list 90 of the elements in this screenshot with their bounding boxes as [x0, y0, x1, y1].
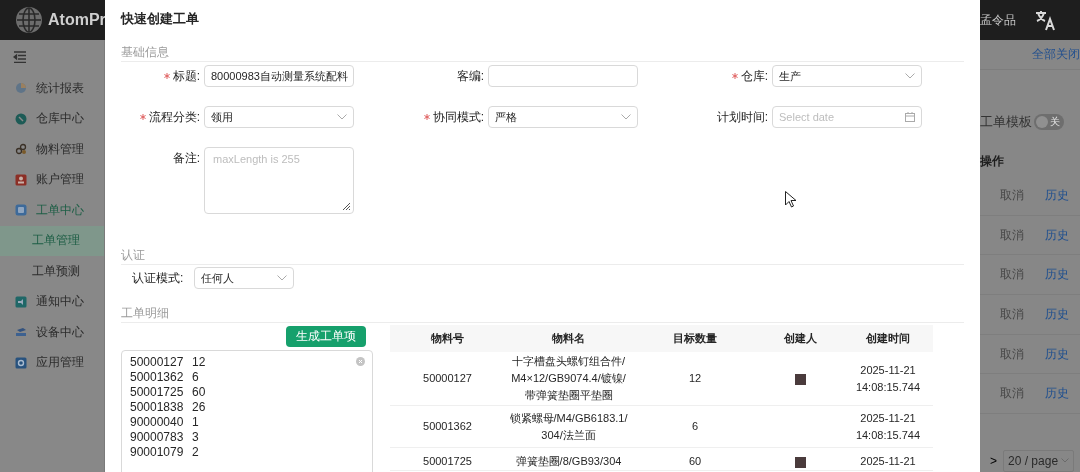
- table-cell: 50001725: [390, 447, 505, 471]
- table-cell: 50000127: [390, 352, 505, 406]
- table-cell: 十字槽盘头螺钉组合件/M4×12/GB9074.4/镀镍/带弹簧垫圈平垫圈: [505, 352, 632, 406]
- cursor-icon: [785, 191, 797, 208]
- item-code: 90000040: [130, 415, 185, 430]
- table-cell: 2025-11-21 14:08:15.744: [843, 405, 933, 448]
- textarea-field[interactable]: 50000127 12 50001362 6 50001725 60 50001838 26 90000040 1 90000783 3 90001079 2: [121, 350, 373, 472]
- page-size-select[interactable]: 20 / page: [1003, 449, 1075, 472]
- table-cell: 12: [632, 352, 758, 406]
- chevron-down-icon: [905, 73, 915, 79]
- sidebar-item[interactable]: 应用管理: [0, 347, 104, 378]
- item-code: 90001079: [130, 445, 185, 460]
- sidebar-subitem[interactable]: 工单预测: [0, 256, 104, 287]
- speaker-icon: [15, 295, 27, 308]
- field-label: 计划时间:: [716, 108, 768, 126]
- calendar-icon: [905, 112, 915, 122]
- item-quantity: 12: [192, 355, 206, 370]
- chevron-down-icon: [277, 275, 288, 281]
- sidebar-item[interactable]: 账户管理: [0, 164, 104, 195]
- item-code: 50000127: [130, 355, 185, 370]
- chevron-down-icon: [1061, 458, 1070, 464]
- item-code: 50001838: [130, 400, 185, 415]
- item-code: 90000783: [130, 430, 185, 445]
- field-label: 协同模式:: [432, 108, 484, 126]
- user-name: 孟令品: [980, 11, 1016, 29]
- section-title: 认证: [121, 248, 145, 262]
- table-cell: 60: [632, 447, 758, 471]
- field-label: 客编:: [456, 67, 484, 85]
- column-header: 目标数量: [632, 325, 758, 352]
- toggle-switch[interactable]: 关: [1034, 113, 1064, 130]
- resize-handle-icon: [341, 201, 351, 211]
- field-label: 备注:: [172, 149, 200, 167]
- table-cell: 弹簧垫圈/8/GB93/304: [505, 447, 632, 471]
- generate-button[interactable]: 生成工单项: [286, 326, 366, 347]
- person-card-icon: [15, 173, 27, 186]
- date-field[interactable]: Select date: [772, 106, 922, 128]
- close-all-link[interactable]: 全部关闭: [1032, 45, 1080, 63]
- sidebar-item[interactable]: 统计报表: [0, 73, 104, 104]
- table-cell: 50001362: [390, 405, 505, 448]
- column-header: 物料号: [390, 325, 505, 352]
- chevron-down-icon: [621, 114, 631, 120]
- section-title: 基础信息: [121, 45, 169, 59]
- circle-icon: [15, 112, 27, 125]
- sidebar-item[interactable]: 通知中心: [0, 286, 104, 317]
- table-cell: 2025-11-21: [843, 447, 933, 471]
- logo-text: AtomPr: [48, 11, 106, 29]
- item-quantity: 60: [192, 385, 206, 400]
- table-cell: 6: [632, 405, 758, 448]
- sidebar-item[interactable]: 物料管理: [0, 134, 104, 165]
- column-header: 操作: [980, 153, 1004, 171]
- gear-icon: [15, 356, 27, 369]
- table-cell: 2025-11-21 14:08:15.744: [843, 352, 933, 406]
- sidebar-item[interactable]: 工单中心: [0, 195, 104, 226]
- field-label: 标题:: [172, 67, 200, 85]
- column-header: 创建时间: [843, 325, 933, 352]
- layers-icon: [15, 326, 27, 339]
- pie-chart-icon: [15, 82, 27, 95]
- select-field[interactable]: 生产: [772, 65, 922, 87]
- sidebar-item[interactable]: 仓库中心: [0, 103, 104, 134]
- table-cell: 锁紧螺母/M4/GB6183.1/304/法兰面: [505, 405, 632, 448]
- input-field[interactable]: [488, 65, 638, 87]
- molecule-icon: [15, 143, 27, 156]
- field-label: 认证模式:: [132, 269, 184, 287]
- input-field[interactable]: 80000983自动测量系统配料: [204, 65, 354, 87]
- menu-icon[interactable]: [13, 50, 27, 63]
- globe-icon: [15, 6, 43, 34]
- sidebar-item[interactable]: 设备中心: [0, 317, 104, 348]
- column-header: 物料名: [505, 325, 632, 352]
- item-quantity: 2: [192, 445, 199, 460]
- item-quantity: 6: [192, 370, 199, 385]
- item-quantity: 1: [192, 415, 199, 430]
- next-page-button[interactable]: >: [990, 453, 997, 468]
- item-code: 50001362: [130, 370, 185, 385]
- item-quantity: 26: [192, 400, 206, 415]
- field-label: 流程分类:: [148, 108, 200, 126]
- select-field[interactable]: 任何人: [194, 267, 295, 289]
- select-field[interactable]: 严格: [488, 106, 638, 128]
- section-title: 工单明细: [121, 306, 169, 320]
- column-header: 创建人: [758, 325, 843, 352]
- chevron-down-icon: [337, 114, 347, 120]
- select-field[interactable]: 领用: [204, 106, 354, 128]
- dialog-title: 快速创建工单: [121, 11, 200, 27]
- sidebar-subitem[interactable]: 工单管理: [0, 225, 104, 256]
- textarea-field[interactable]: maxLength is 255: [204, 147, 354, 214]
- toggle-label: 工单模板: [980, 112, 1032, 131]
- document-icon: [15, 204, 27, 217]
- field-label: 仓库:: [740, 67, 768, 85]
- item-quantity: 3: [192, 430, 199, 445]
- translate-icon[interactable]: [1034, 9, 1056, 31]
- item-code: 50001725: [130, 385, 185, 400]
